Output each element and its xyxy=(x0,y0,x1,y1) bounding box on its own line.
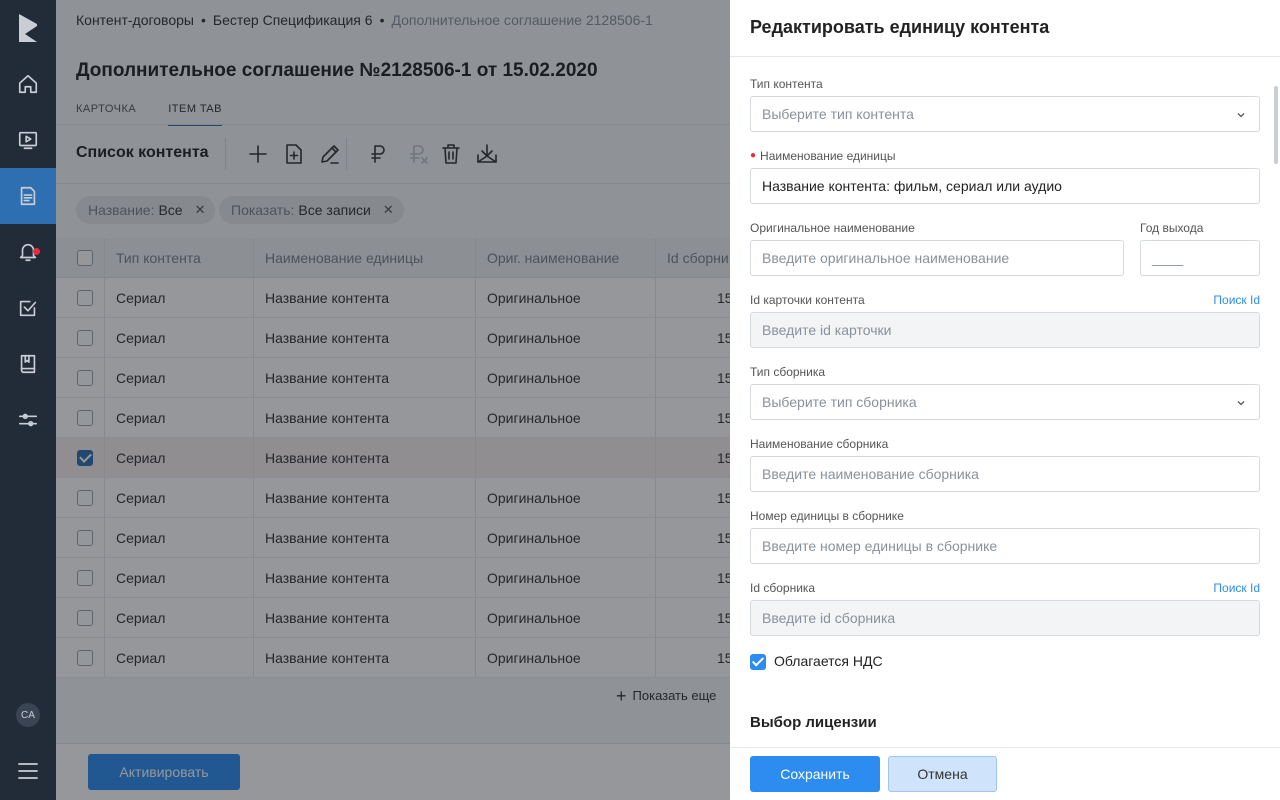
collection-type-placeholder: Выберите тип сборника xyxy=(762,394,917,410)
nav-video[interactable] xyxy=(0,112,56,168)
drawer-title: Редактировать единицу контента xyxy=(750,17,1050,37)
nav-library[interactable] xyxy=(0,336,56,392)
year-input[interactable]: ____ xyxy=(1140,240,1260,276)
settings-sliders-icon xyxy=(18,413,38,427)
notification-dot xyxy=(33,248,40,255)
card-id-label: Id карточки контента xyxy=(750,293,865,307)
content-type-select[interactable]: Выберите тип контента xyxy=(750,96,1260,132)
document-icon xyxy=(20,186,36,206)
content-type-label: Тип контента xyxy=(750,77,823,91)
collection-id-label: Id сборника xyxy=(750,581,816,595)
logo-icon xyxy=(19,14,37,42)
required-icon: ● xyxy=(750,150,757,161)
unit-number-label: Номер единицы в сборнике xyxy=(750,509,904,523)
collection-name-label: Наименование сборника xyxy=(750,437,889,451)
left-rail: CA xyxy=(0,0,56,800)
edit-content-drawer: Редактировать единицу контента Тип конте… xyxy=(730,0,1280,800)
modal-overlay[interactable] xyxy=(56,0,786,800)
video-icon xyxy=(18,131,38,150)
book-icon xyxy=(20,354,36,374)
unit-name-input[interactable]: Название контента: фильм, сериал или ауд… xyxy=(750,168,1260,204)
nav-tasks[interactable] xyxy=(0,280,56,336)
year-label: Год выхода xyxy=(1140,221,1204,235)
task-icon xyxy=(19,300,37,317)
content-type-placeholder: Выберите тип контента xyxy=(762,106,914,122)
orig-name-input[interactable]: Введите оригинальное наименование xyxy=(750,240,1124,276)
nav-notifications[interactable] xyxy=(0,224,56,280)
collection-type-label: Тип сборника xyxy=(750,365,826,379)
vat-label[interactable]: Облагается НДС xyxy=(774,653,883,669)
card-id-input[interactable]: Введите id карточки xyxy=(750,312,1260,348)
collection-name-input[interactable]: Введите наименование сборника xyxy=(750,456,1260,492)
user-avatar[interactable]: CA xyxy=(16,703,40,727)
cancel-button[interactable]: Отмена xyxy=(888,756,997,792)
vat-checkbox[interactable] xyxy=(750,654,766,670)
unit-name-label: ● Наименование единицы xyxy=(750,149,896,163)
nav-home[interactable] xyxy=(0,56,56,112)
menu-icon[interactable] xyxy=(18,762,38,780)
drawer-divider xyxy=(730,56,1280,57)
chevron-down-icon xyxy=(1237,113,1245,118)
home-icon xyxy=(18,74,38,94)
collection-id-input[interactable]: Введите id сборника xyxy=(750,600,1260,636)
card-id-search-link[interactable]: Поиск Id xyxy=(1213,293,1260,307)
license-section-title: Выбор лицензии xyxy=(750,714,877,731)
chevron-down-icon xyxy=(1237,401,1245,406)
scrollbar[interactable] xyxy=(1274,86,1278,164)
save-button[interactable]: Сохранить xyxy=(750,756,880,792)
unit-name-label-text: Наименование единицы xyxy=(760,149,896,163)
nav-documents[interactable] xyxy=(0,168,56,224)
nav-settings[interactable] xyxy=(0,392,56,448)
collection-type-select[interactable]: Выберите тип сборника xyxy=(750,384,1260,420)
unit-number-input[interactable]: Введите номер единицы в сборнике xyxy=(750,528,1260,564)
orig-name-label: Оригинальное наименование xyxy=(750,221,915,235)
collection-id-search-link[interactable]: Поиск Id xyxy=(1213,581,1260,595)
